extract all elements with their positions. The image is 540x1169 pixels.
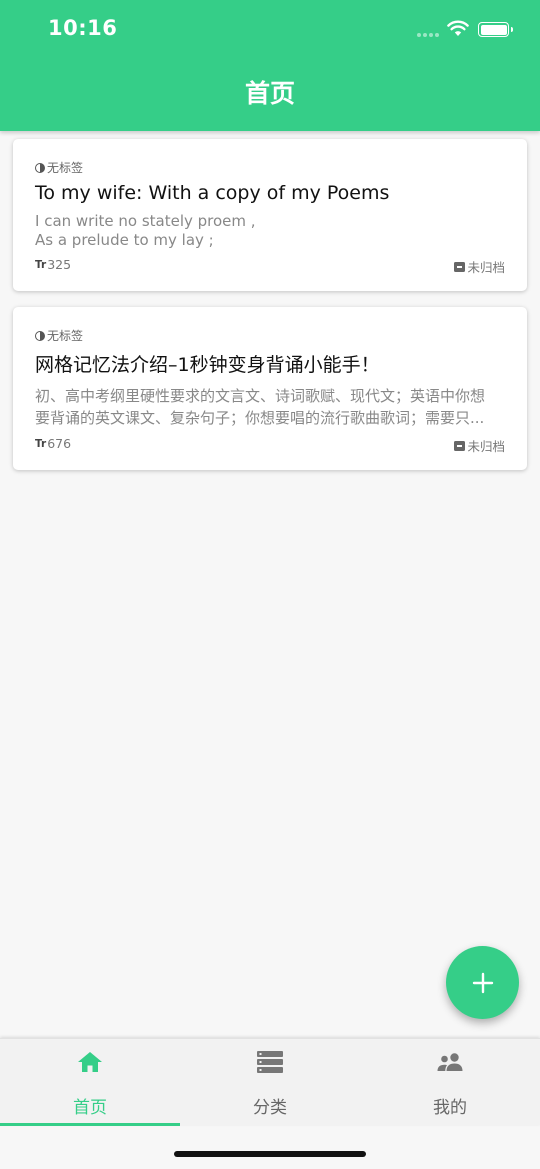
page-title: 首页 <box>244 79 295 108</box>
word-count-value: 325 <box>47 257 72 272</box>
home-icon <box>78 1052 102 1072</box>
archive-status: 未归档 <box>454 436 505 455</box>
note-title: To my wife: With a copy of my Poems <box>35 182 390 204</box>
tag-label: 无标签 <box>35 159 83 176</box>
add-note-button[interactable] <box>446 946 519 1019</box>
word-count-value: 676 <box>47 436 72 451</box>
excerpt-line: As a prelude to my lay ; <box>35 231 214 249</box>
tag-text: 无标签 <box>47 161 84 175</box>
signal-icon <box>417 33 439 37</box>
text-size-icon: Tr <box>35 258 47 271</box>
note-excerpt: 初、高中考纲里硬性要求的文言文、诗词歌赋、现代文；英语中你想 要背诵的英文课文、… <box>35 385 505 429</box>
note-card[interactable]: 无标签 网格记忆法介绍–1秒钟变身背诵小能手！ 初、高中考纲里硬性要求的文言文、… <box>13 307 527 470</box>
active-tab-indicator <box>0 1123 180 1126</box>
word-count: Tr 325 <box>35 257 71 272</box>
home-indicator <box>174 1151 366 1157</box>
note-title: 网格记忆法介绍–1秒钟变身背诵小能手！ <box>35 354 380 376</box>
text-size-icon: Tr <box>35 437 47 450</box>
tab-label: 我的 <box>433 1098 467 1118</box>
battery-icon <box>478 22 513 37</box>
status-time: 10:16 <box>48 16 118 40</box>
wifi-icon <box>447 20 469 36</box>
note-excerpt: I can write no stately proem , As a prel… <box>35 212 505 250</box>
excerpt-line: 初、高中考纲里硬性要求的文言文、诗词歌赋、现代文；英语中你想 <box>35 387 486 405</box>
excerpt-line: I can write no stately proem , <box>35 212 256 230</box>
word-count: Tr 676 <box>35 436 71 451</box>
tab-label: 首页 <box>73 1098 107 1118</box>
tab-category[interactable]: 分类 <box>180 1039 360 1126</box>
tag-text: 无标签 <box>47 329 84 343</box>
list-icon <box>257 1051 283 1073</box>
bottom-tab-bar: 首页 分类 我的 <box>0 1038 540 1126</box>
status-bar: 10:16 <box>0 0 540 60</box>
archive-status-text: 未归档 <box>467 260 505 275</box>
tab-mine[interactable]: 我的 <box>360 1039 540 1126</box>
archive-icon <box>454 440 466 451</box>
tag-icon <box>35 330 45 341</box>
archive-status: 未归档 <box>454 257 505 276</box>
tag-icon <box>35 162 45 173</box>
tag-label: 无标签 <box>35 327 83 344</box>
archive-status-text: 未归档 <box>467 439 505 454</box>
tab-label: 分类 <box>253 1098 287 1118</box>
excerpt-line: 要背诵的英文课文、复杂句子；你想要唱的流行歌曲歌词；需要只... <box>35 409 485 427</box>
tab-home[interactable]: 首页 <box>0 1039 180 1126</box>
archive-icon <box>454 261 466 272</box>
app-header: 10:16 首页 <box>0 0 540 131</box>
people-icon <box>437 1053 463 1071</box>
plus-icon <box>472 972 493 993</box>
note-card[interactable]: 无标签 To my wife: With a copy of my Poems … <box>13 139 527 291</box>
